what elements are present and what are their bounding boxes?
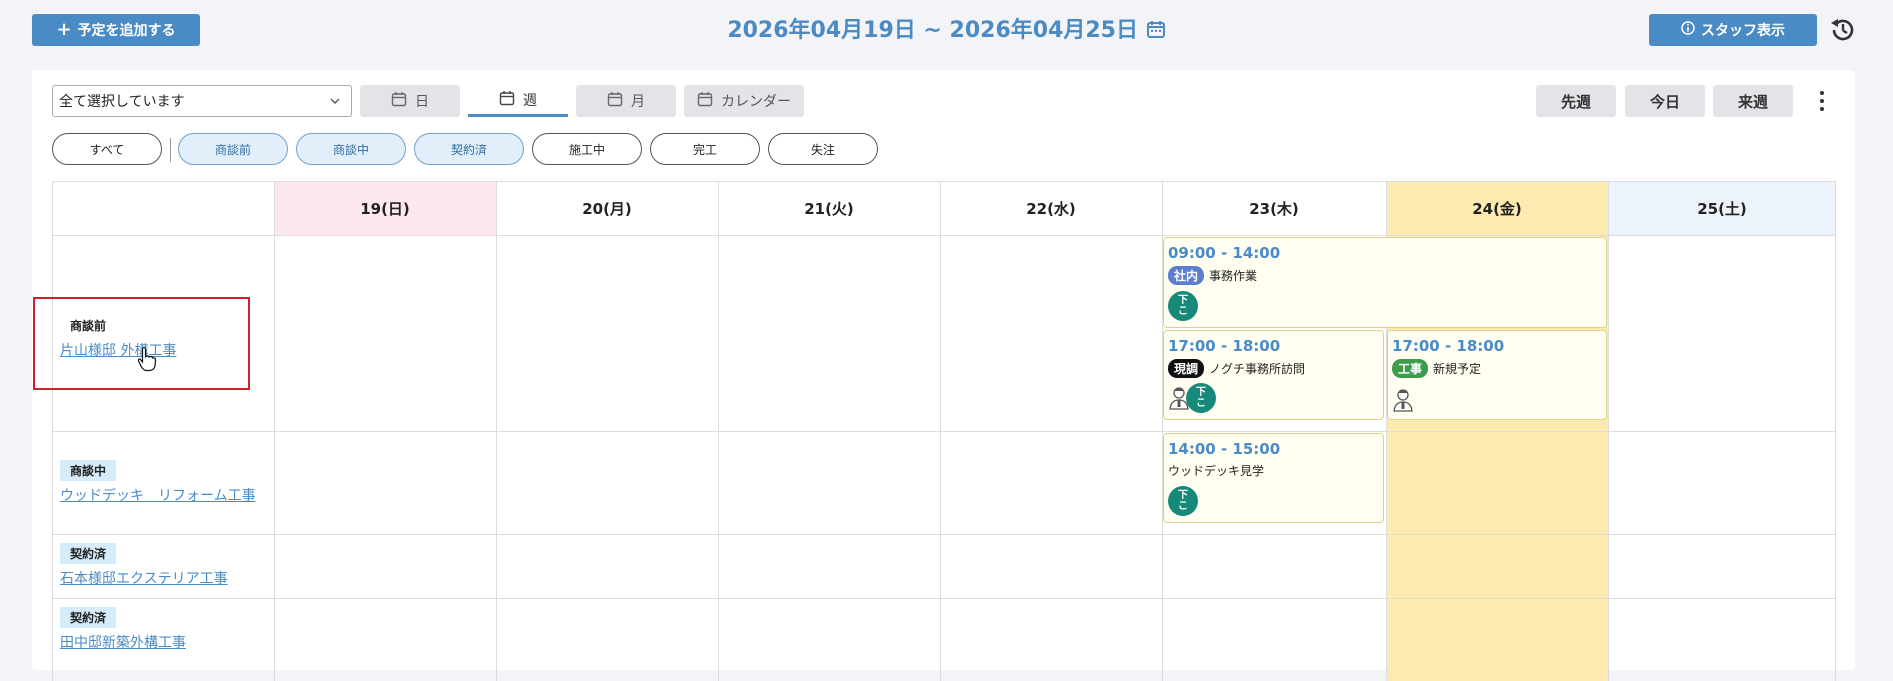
- event-card[interactable]: 17:00 - 18:00 現調 ノグチ事務所訪問 下こ: [1163, 330, 1384, 420]
- staff-view-button[interactable]: スタッフ表示: [1649, 14, 1817, 46]
- add-schedule-button[interactable]: + 予定を追加する: [32, 14, 200, 46]
- day-header-sun: 19(日): [360, 199, 410, 218]
- date-range-title: 2026年04月19日 ~ 2026年04月25日: [0, 12, 1893, 44]
- day-header-fri: 24(金): [1472, 199, 1522, 218]
- staff-avatar: 下こ: [1168, 486, 1198, 516]
- event-tag: 社内: [1168, 266, 1205, 285]
- day-header-thu: 23(木): [1249, 199, 1299, 218]
- prev-week-button[interactable]: 先週: [1536, 85, 1616, 117]
- day-header-wed: 22(水): [1026, 199, 1076, 218]
- hand-cursor-icon: [136, 346, 158, 372]
- event-time: 17:00 - 18:00: [1168, 337, 1281, 355]
- today-button[interactable]: 今日: [1625, 85, 1705, 117]
- filter-completed[interactable]: 完工: [650, 133, 760, 165]
- highlight-box: [33, 297, 250, 390]
- event-card[interactable]: 17:00 - 18:00 工事 新規予定: [1387, 330, 1607, 420]
- row-label: 契約済 田中邸新築外構工事: [60, 607, 186, 652]
- filter-pre-negotiation[interactable]: 商談前: [178, 133, 288, 165]
- calendar-icon: [607, 91, 623, 111]
- person-avatar-icon: [1392, 387, 1416, 413]
- tab-day[interactable]: 日: [360, 85, 460, 117]
- event-title: 新規予定: [1433, 362, 1482, 376]
- project-link[interactable]: ウッドデッキ リフォーム工事: [60, 485, 256, 505]
- filter-all[interactable]: すべて: [52, 133, 162, 165]
- day-header-mon: 20(月): [582, 199, 632, 218]
- filter-divider: [170, 138, 171, 162]
- project-link[interactable]: 田中邸新築外構工事: [60, 632, 186, 652]
- week-grid: 19(日) 20(月) 21(火) 22(水) 23(木) 24(金) 25(土…: [52, 181, 1836, 681]
- status-badge: 契約済: [60, 607, 117, 628]
- schedule-panel: 全て選択しています 日 週 月 カレンダー 先週 今日 来週 すべて 商談前 商…: [32, 70, 1855, 681]
- event-card[interactable]: 14:00 - 15:00 ウッドデッキ見学 下こ: [1163, 433, 1384, 523]
- history-icon[interactable]: [1828, 15, 1858, 45]
- calendar-icon: [391, 91, 407, 111]
- calendar-icon: [499, 90, 515, 110]
- tab-month[interactable]: 月: [576, 85, 676, 117]
- plus-icon: +: [56, 19, 72, 40]
- next-week-button[interactable]: 来週: [1713, 85, 1793, 117]
- tab-calendar[interactable]: カレンダー: [684, 85, 804, 117]
- calendar-icon: [697, 91, 713, 111]
- status-badge: 契約済: [60, 543, 117, 564]
- event-time: 14:00 - 15:00: [1168, 440, 1281, 458]
- event-card[interactable]: 09:00 - 14:00 社内 事務作業 下こ: [1163, 237, 1607, 328]
- status-badge: 商談中: [60, 460, 117, 481]
- row-label: 商談中 ウッドデッキ リフォーム工事: [60, 460, 256, 505]
- event-time: 17:00 - 18:00: [1392, 337, 1505, 355]
- day-header-sat: 25(土): [1697, 199, 1747, 218]
- event-title: ノグチ事務所訪問: [1209, 362, 1306, 376]
- day-header-tue: 21(火): [804, 199, 854, 218]
- filter-lost[interactable]: 失注: [768, 133, 878, 165]
- staff-avatar: 下こ: [1168, 291, 1198, 321]
- event-title: ウッドデッキ見学: [1168, 464, 1265, 478]
- staff-select[interactable]: 全て選択しています: [52, 85, 352, 117]
- staff-avatar: 下こ: [1186, 383, 1216, 413]
- calendar-icon[interactable]: [1146, 18, 1166, 43]
- filter-contracted[interactable]: 契約済: [414, 133, 524, 165]
- row-label: 契約済 石本様邸エクステリア工事: [60, 543, 228, 588]
- filter-in-construction[interactable]: 施工中: [532, 133, 642, 165]
- more-options-icon[interactable]: [1812, 88, 1832, 114]
- info-icon: [1681, 21, 1695, 39]
- project-link[interactable]: 石本様邸エクステリア工事: [60, 568, 228, 588]
- top-bar: + 予定を追加する 2026年04月19日 ~ 2026年04月25日 スタッフ…: [0, 0, 1893, 60]
- event-time: 09:00 - 14:00: [1168, 244, 1281, 262]
- event-tag: 工事: [1392, 359, 1429, 378]
- event-tag: 現調: [1168, 359, 1205, 378]
- tab-week[interactable]: 週: [468, 85, 568, 117]
- event-title: 事務作業: [1209, 269, 1258, 283]
- filter-negotiating[interactable]: 商談中: [296, 133, 406, 165]
- chevron-down-icon: [329, 95, 341, 111]
